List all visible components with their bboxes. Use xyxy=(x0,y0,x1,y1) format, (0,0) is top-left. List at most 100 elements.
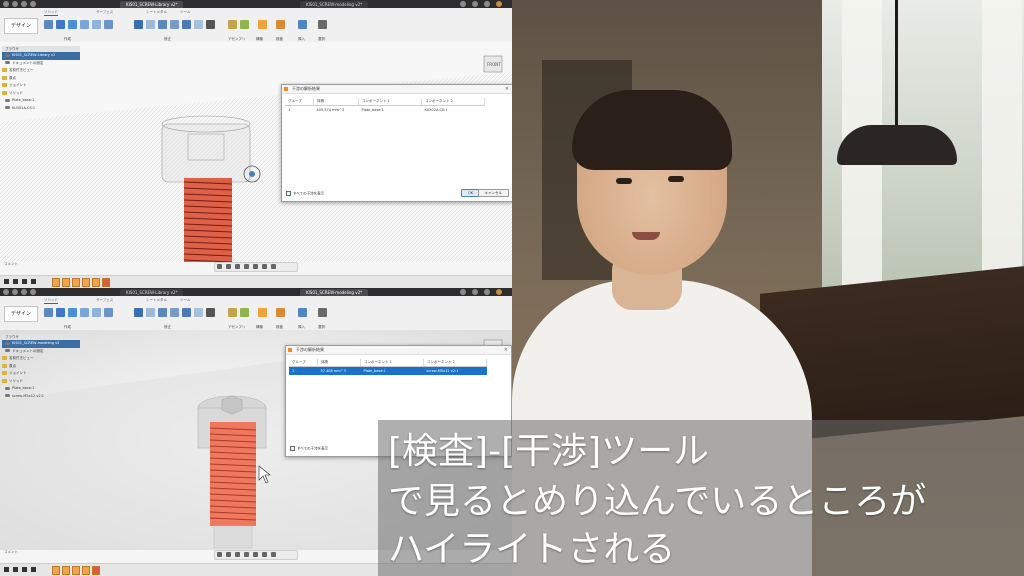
pan-icon[interactable] xyxy=(226,264,231,269)
timeline-next-icon[interactable] xyxy=(31,279,36,284)
tab-solid[interactable]: ソリッド xyxy=(44,298,58,304)
extrude-icon[interactable] xyxy=(68,20,77,29)
close-icon[interactable]: × xyxy=(504,346,508,354)
extrude-icon[interactable] xyxy=(68,308,77,317)
browser-item-joints[interactable]: ジョイント xyxy=(2,370,80,378)
comments-panel[interactable]: コメント xyxy=(4,550,18,555)
workspace-switcher[interactable]: デザイン xyxy=(4,306,38,322)
move-icon[interactable] xyxy=(206,308,215,317)
combine-icon[interactable] xyxy=(182,308,191,317)
col-header-component1[interactable]: コンポーネント 1 xyxy=(358,98,422,106)
table-row-selected[interactable]: 1 57.408 mm^3 Plate_base:1 screw-M5x12 v… xyxy=(289,366,487,375)
timeline-event[interactable] xyxy=(72,566,80,575)
revolve-icon[interactable] xyxy=(80,20,89,29)
avatar[interactable] xyxy=(496,289,502,295)
hole-icon[interactable] xyxy=(92,308,101,317)
plane-icon[interactable] xyxy=(258,308,267,317)
pattern-icon[interactable] xyxy=(104,20,113,29)
chamfer-icon[interactable] xyxy=(158,308,167,317)
timeline-event[interactable] xyxy=(92,278,100,287)
col-header-volume[interactable]: 体積 xyxy=(313,98,359,106)
add-tab-icon[interactable] xyxy=(460,1,466,7)
timeline-next-icon[interactable] xyxy=(31,567,36,572)
app-menu-icon[interactable] xyxy=(3,289,9,295)
display-settings-icon[interactable] xyxy=(253,264,258,269)
pan-icon[interactable] xyxy=(226,552,231,557)
select-icon[interactable] xyxy=(318,20,327,29)
timeline-prev-icon[interactable] xyxy=(13,567,18,572)
col-header-component2[interactable]: コンポーネント 2 xyxy=(423,359,487,367)
col-header-component1[interactable]: コンポーネント 1 xyxy=(360,359,424,367)
revolve-icon[interactable] xyxy=(80,308,89,317)
browser-item-bodies[interactable]: ソリッド xyxy=(2,378,80,386)
timeline-prev-icon[interactable] xyxy=(13,279,18,284)
show-all-checkbox[interactable]: すべての干渉を表示 xyxy=(290,445,328,452)
orbit-icon[interactable] xyxy=(217,264,222,269)
create-sketch-icon[interactable] xyxy=(56,20,65,29)
joint-icon[interactable] xyxy=(240,20,249,29)
file-icon[interactable] xyxy=(12,1,18,7)
workspace-switcher[interactable]: デザイン xyxy=(4,18,38,34)
timeline-event[interactable] xyxy=(72,278,80,287)
tab-surface[interactable]: サーフェス xyxy=(96,10,113,15)
select-icon[interactable] xyxy=(318,308,327,317)
help-icon[interactable] xyxy=(484,289,490,295)
browser-item-doc-settings[interactable]: ドキュメントの設定 xyxy=(2,348,80,356)
tab-solid[interactable]: ソリッド xyxy=(44,10,58,16)
create-sketch-icon[interactable] xyxy=(56,308,65,317)
fit-icon[interactable] xyxy=(244,552,249,557)
cancel-button[interactable]: キャンセル xyxy=(477,189,509,197)
insert-image-icon[interactable] xyxy=(298,308,307,317)
display-settings-icon[interactable] xyxy=(253,552,258,557)
press-pull-icon[interactable] xyxy=(134,20,143,29)
checkbox-icon[interactable] xyxy=(286,190,291,196)
browser-item-screw[interactable]: screw-M5x12 v2:1 xyxy=(2,393,80,401)
browser-item-origin[interactable]: 原点 xyxy=(2,75,80,83)
timeline-event[interactable] xyxy=(82,566,90,575)
help-icon[interactable] xyxy=(484,1,490,7)
comments-panel[interactable]: コメント xyxy=(4,262,18,267)
timeline-play-icon[interactable] xyxy=(22,279,27,284)
viewports-icon[interactable] xyxy=(271,552,276,557)
timeline-play-icon[interactable] xyxy=(22,567,27,572)
shell-icon[interactable] xyxy=(170,20,179,29)
show-all-checkbox[interactable]: すべての干渉を表示 xyxy=(286,190,324,197)
tab-sheetmetal[interactable]: シートメタル xyxy=(146,10,167,15)
col-header-volume[interactable]: 体積 xyxy=(317,359,361,367)
viewports-icon[interactable] xyxy=(271,264,276,269)
browser-root-item[interactable]: KIS01_SCREW-modeling v2 xyxy=(2,340,80,348)
timeline-event[interactable] xyxy=(92,566,100,575)
browser-item-plate[interactable]: Plate_base:1 xyxy=(2,97,80,105)
browser-item-doc-settings[interactable]: ドキュメントの設定 xyxy=(2,60,80,68)
timeline-event[interactable] xyxy=(102,278,110,287)
align-icon[interactable] xyxy=(194,20,203,29)
press-pull-icon[interactable] xyxy=(134,308,143,317)
timeline-event[interactable] xyxy=(52,566,60,575)
fillet-icon[interactable] xyxy=(146,308,155,317)
pattern-icon[interactable] xyxy=(104,308,113,317)
new-assembly-icon[interactable] xyxy=(228,308,237,317)
align-icon[interactable] xyxy=(194,308,203,317)
shell-icon[interactable] xyxy=(170,308,179,317)
orbit-icon[interactable] xyxy=(217,552,222,557)
undo-icon[interactable] xyxy=(30,289,36,295)
timeline-start-icon[interactable] xyxy=(4,567,9,572)
tab-tools[interactable]: ツール xyxy=(180,10,191,15)
add-tab-icon[interactable] xyxy=(460,289,466,295)
checkbox-icon[interactable] xyxy=(290,445,295,451)
document-tab-modeling[interactable]: KIS01_SCREW-modeling v2* xyxy=(300,289,369,296)
timeline-start-icon[interactable] xyxy=(4,279,9,284)
measure-icon[interactable] xyxy=(276,20,285,29)
interference-highlight[interactable] xyxy=(183,178,233,268)
document-tab-library[interactable]: KIS01_SCREW-Library v2* xyxy=(120,289,184,296)
browser-item-origin[interactable]: 原点 xyxy=(2,363,80,371)
app-menu-icon[interactable] xyxy=(3,1,9,7)
undo-icon[interactable] xyxy=(30,1,36,7)
timeline-event[interactable] xyxy=(62,566,70,575)
col-header-component2[interactable]: コンポーネント 2 xyxy=(421,98,485,106)
new-component-icon[interactable] xyxy=(44,308,53,317)
close-icon[interactable]: × xyxy=(505,85,509,93)
save-icon[interactable] xyxy=(21,289,27,295)
table-row[interactable]: 1 405.374 mm^3 Plate_base:1 KU302A-CS:1 xyxy=(285,106,485,115)
tab-sheetmetal[interactable]: シートメタル xyxy=(146,298,167,303)
